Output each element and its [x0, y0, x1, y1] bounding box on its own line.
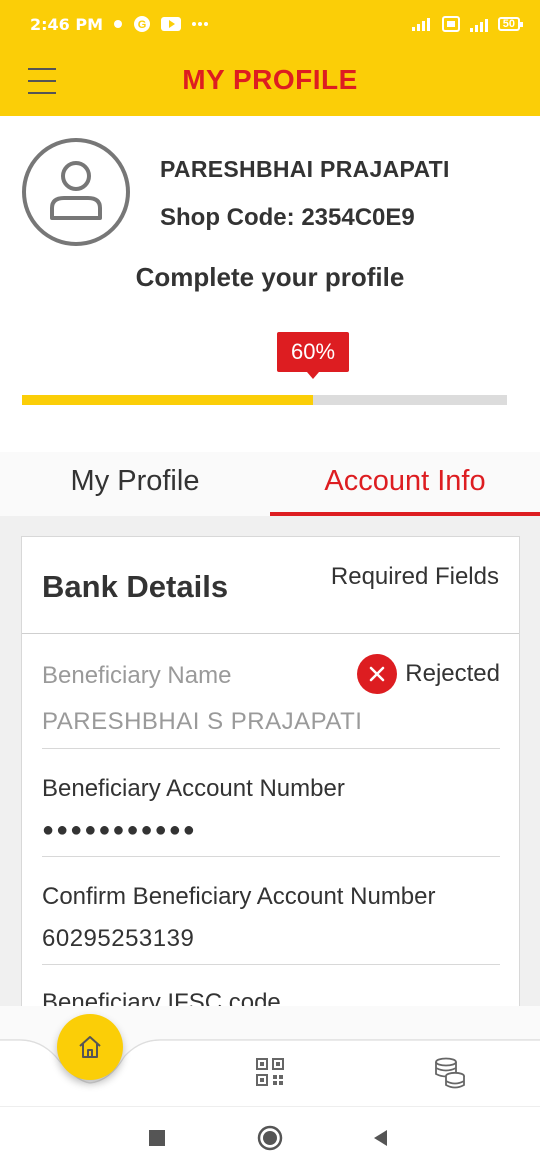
home-system-button[interactable] — [256, 1124, 284, 1152]
field-label: Beneficiary Name — [42, 662, 232, 689]
square-icon — [149, 1130, 165, 1146]
status-right: 50 — [411, 16, 524, 32]
field-value: 60295253139 — [42, 925, 195, 952]
field-label: Beneficiary IFSC code — [42, 989, 281, 1006]
progress-badge: 60% — [277, 332, 349, 379]
back-button[interactable] — [370, 1127, 392, 1149]
complete-profile-label: Complete your profile — [135, 262, 405, 292]
back-triangle-icon — [374, 1130, 387, 1146]
avatar[interactable] — [22, 138, 130, 246]
field-value: PARESHBHAI S PRAJAPATI — [42, 708, 363, 735]
app-header: MY PROFILE — [0, 48, 540, 116]
account-number-field[interactable]: Beneficiary Account Number ●●●●●●●●●●● — [42, 749, 500, 857]
rejected-x-icon — [357, 654, 398, 694]
field-label: Confirm Beneficiary Account Number — [42, 883, 436, 910]
app-root: 2:46 PM G 50 MY PROFILE PARESHBHAI PRAJA… — [0, 0, 540, 1170]
field-label: Beneficiary Account Number — [42, 775, 345, 802]
more-dots-icon — [191, 21, 209, 27]
circle-icon — [257, 1125, 283, 1151]
home-icon — [79, 1036, 101, 1058]
field-value: ●●●●●●●●●●● — [42, 819, 197, 841]
tab-account-info[interactable]: Account Info — [270, 452, 540, 516]
progress-fill — [22, 395, 313, 405]
beneficiary-name-field[interactable]: Beneficiary Name PARESHBHAI S PRAJAPATI … — [42, 634, 500, 749]
status-left: 2:46 PM G — [30, 15, 209, 34]
battery-icon: 50 — [497, 17, 524, 31]
tab-my-profile[interactable]: My Profile — [0, 452, 270, 516]
user-icon — [50, 161, 102, 220]
progress-bar — [22, 395, 507, 405]
qr-code-button[interactable] — [254, 1056, 286, 1088]
status-bar: 2:46 PM G 50 — [0, 0, 540, 48]
svg-text:G: G — [138, 19, 147, 31]
google-icon: G — [133, 15, 151, 33]
system-navigation-bar — [0, 1106, 540, 1170]
confirm-account-number-field[interactable]: Confirm Beneficiary Account Number 60295… — [42, 857, 500, 965]
notification-dot-icon — [113, 19, 123, 29]
content-area[interactable]: Bank Details Required Fields Beneficiary… — [0, 516, 540, 1006]
card-header: Bank Details Required Fields — [22, 537, 519, 634]
bank-details-card: Bank Details Required Fields Beneficiary… — [21, 536, 520, 1006]
required-fields-label: Required Fields — [330, 563, 499, 590]
signal-icon — [411, 17, 434, 31]
rejected-status: Rejected — [357, 654, 500, 694]
volte-icon — [441, 16, 460, 32]
qr-code-icon — [256, 1058, 284, 1086]
page-title: MY PROFILE — [182, 64, 358, 95]
coins-icon — [435, 1057, 465, 1089]
recents-button[interactable] — [146, 1127, 168, 1149]
youtube-icon — [161, 17, 182, 31]
bank-details-title: Bank Details — [42, 569, 229, 604]
user-name: PARESHBHAI PRAJAPATI — [160, 156, 450, 182]
ifsc-code-field[interactable]: Beneficiary IFSC code — [42, 965, 500, 1006]
rejected-label: Rejected — [405, 660, 500, 687]
home-button[interactable] — [57, 1014, 123, 1080]
signal-4g-icon — [468, 16, 490, 32]
shop-code: Shop Code: 2354C0E9 — [160, 204, 415, 231]
tab-bar: My Profile Account Info — [0, 452, 540, 516]
coins-button[interactable] — [432, 1056, 468, 1090]
status-time: 2:46 PM — [30, 14, 104, 34]
